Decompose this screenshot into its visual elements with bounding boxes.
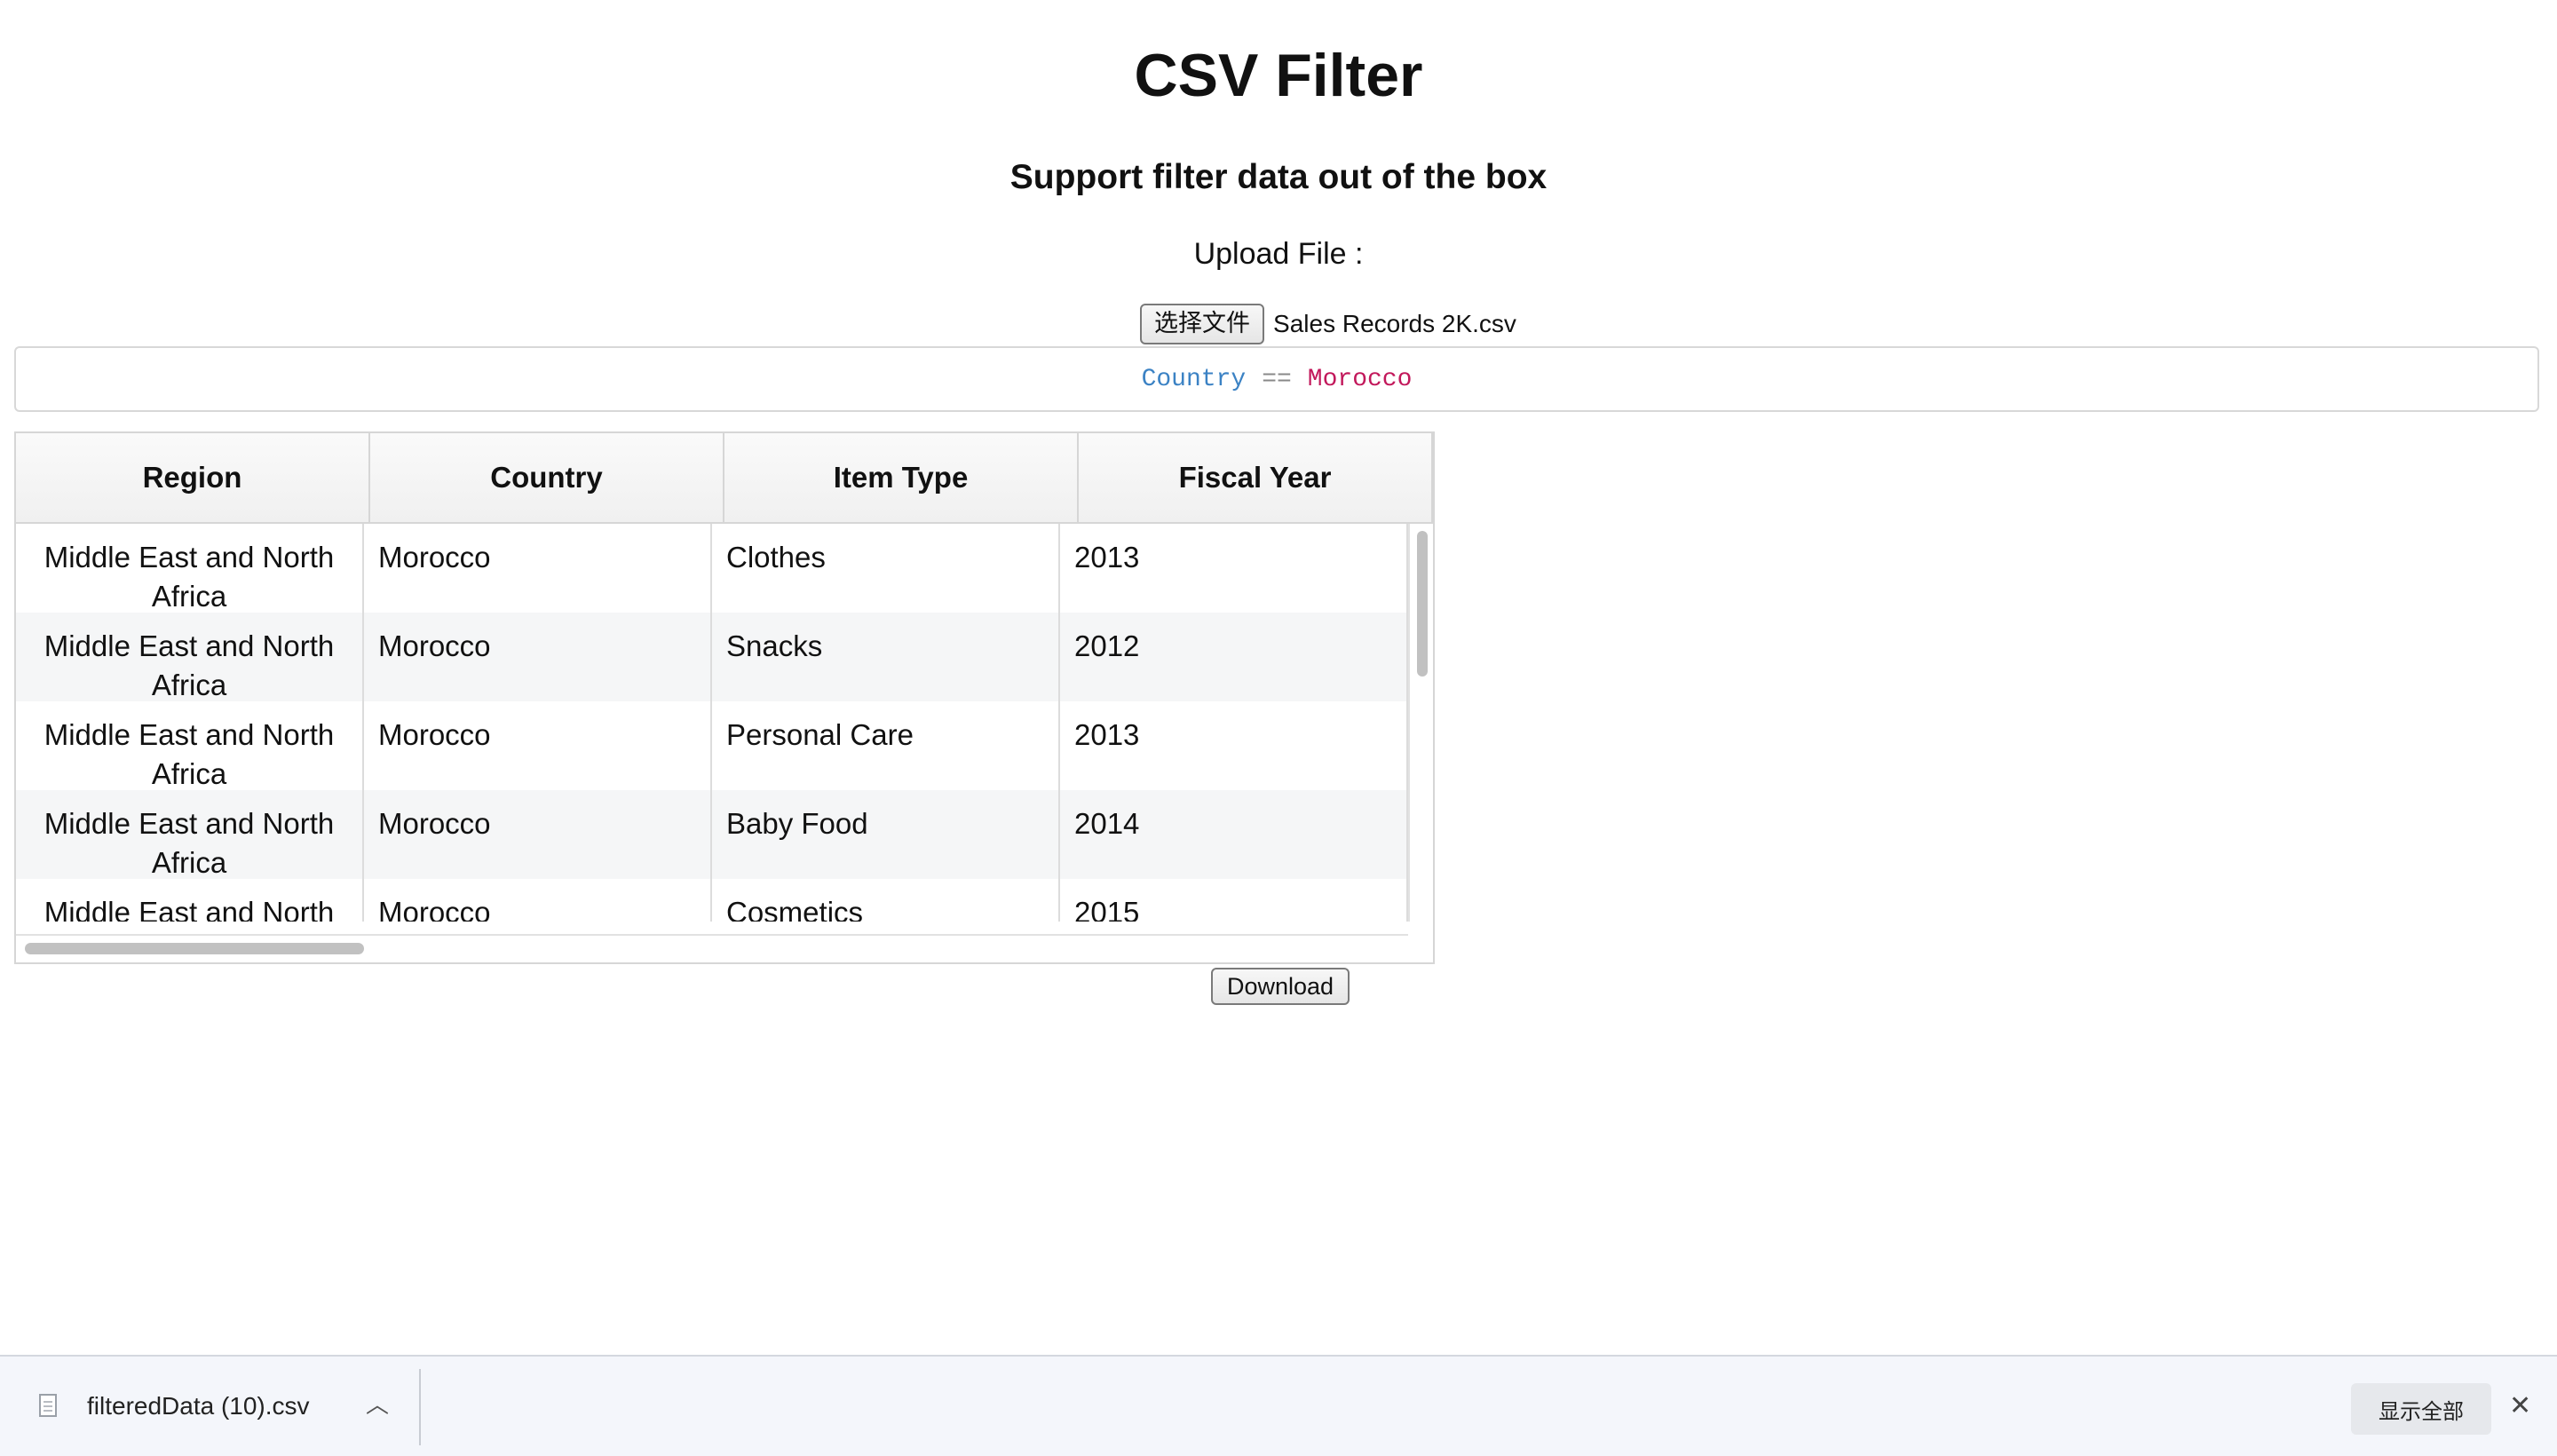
cell-region: Middle East and North Africa [16, 701, 364, 790]
download-item[interactable]: filteredData (10).csv ︿ [0, 1357, 419, 1456]
cell-fiscal-year: 2013 [1060, 524, 1408, 613]
column-header-fiscal-year[interactable]: Fiscal Year [1079, 433, 1433, 522]
download-file-name: filteredData (10).csv [87, 1392, 310, 1420]
column-header-country[interactable]: Country [370, 433, 724, 522]
vertical-scrollbar-thumb[interactable] [1417, 531, 1428, 677]
cell-country: Morocco [364, 701, 712, 790]
cell-fiscal-year: 2015 [1060, 879, 1408, 922]
table-row[interactable]: Middle East and North Africa Morocco Per… [16, 701, 1408, 790]
selected-file-name: Sales Records 2K.csv [1273, 310, 1516, 337]
cell-fiscal-year: 2012 [1060, 613, 1408, 701]
cell-fiscal-year: 2013 [1060, 701, 1408, 790]
horizontal-scrollbar-thumb[interactable] [25, 943, 364, 954]
cell-item-type: Personal Care [712, 701, 1060, 790]
page-subtitle: Support filter data out of the box [1009, 158, 1548, 196]
file-input: 选择文件 Sales Records 2K.csv [0, 302, 2557, 346]
close-icon[interactable]: ✕ [2509, 1389, 2531, 1424]
download-button[interactable]: Download [1211, 968, 1350, 1005]
divider [419, 1369, 421, 1445]
choose-file-button[interactable]: 选择文件 [1140, 304, 1265, 344]
cell-item-type: Snacks [712, 613, 1060, 701]
cell-region: Middle East and North Africa [16, 790, 364, 879]
filter-field: Country [1141, 365, 1247, 393]
cell-item-type: Baby Food [712, 790, 1060, 879]
table-row[interactable]: Middle East and North Africa Morocco Sna… [16, 613, 1408, 701]
chevron-up-icon[interactable]: ︿ [366, 1389, 389, 1420]
column-header-region[interactable]: Region [16, 433, 370, 522]
cell-region: Middle East and North Africa [16, 524, 364, 613]
upload-label: Upload File : [1193, 237, 1364, 271]
show-all-button[interactable]: 显示全部 [2351, 1383, 2491, 1435]
grid-header: Region Country Item Type Fiscal Year [16, 433, 1433, 524]
filter-operator: == [1262, 365, 1292, 393]
grid-body: Middle East and North Africa Morocco Clo… [16, 524, 1408, 922]
cell-item-type: Cosmetics [712, 879, 1060, 922]
file-icon [39, 1394, 57, 1417]
cell-country: Morocco [364, 524, 712, 613]
table-row[interactable]: Middle East and North Africa Morocco Clo… [16, 524, 1408, 613]
horizontal-scrollbar[interactable] [16, 934, 1408, 962]
column-header-item-type[interactable]: Item Type [724, 433, 1079, 522]
filter-value: Morocco [1307, 365, 1413, 393]
cell-country: Morocco [364, 790, 712, 879]
cell-country: Morocco [364, 613, 712, 701]
data-grid: Region Country Item Type Fiscal Year Mid… [14, 431, 1435, 964]
cell-country: Morocco [364, 879, 712, 922]
cell-region: Middle East and North Africa [16, 613, 364, 701]
table-row[interactable]: Middle East and North Africa Morocco Bab… [16, 790, 1408, 879]
browser-download-bar: filteredData (10).csv ︿ 显示全部 ✕ [0, 1355, 2557, 1456]
cell-fiscal-year: 2014 [1060, 790, 1408, 879]
page-title: CSV Filter [1134, 42, 1423, 109]
table-row[interactable]: Middle East and North Morocco Cosmetics … [16, 879, 1408, 922]
cell-item-type: Clothes [712, 524, 1060, 613]
filter-expression-box[interactable]: Country == Morocco [14, 346, 2539, 412]
page: CSV Filter Support filter data out of th… [0, 0, 2557, 1355]
vertical-scrollbar[interactable] [1408, 524, 1433, 922]
cell-region: Middle East and North [16, 879, 364, 922]
